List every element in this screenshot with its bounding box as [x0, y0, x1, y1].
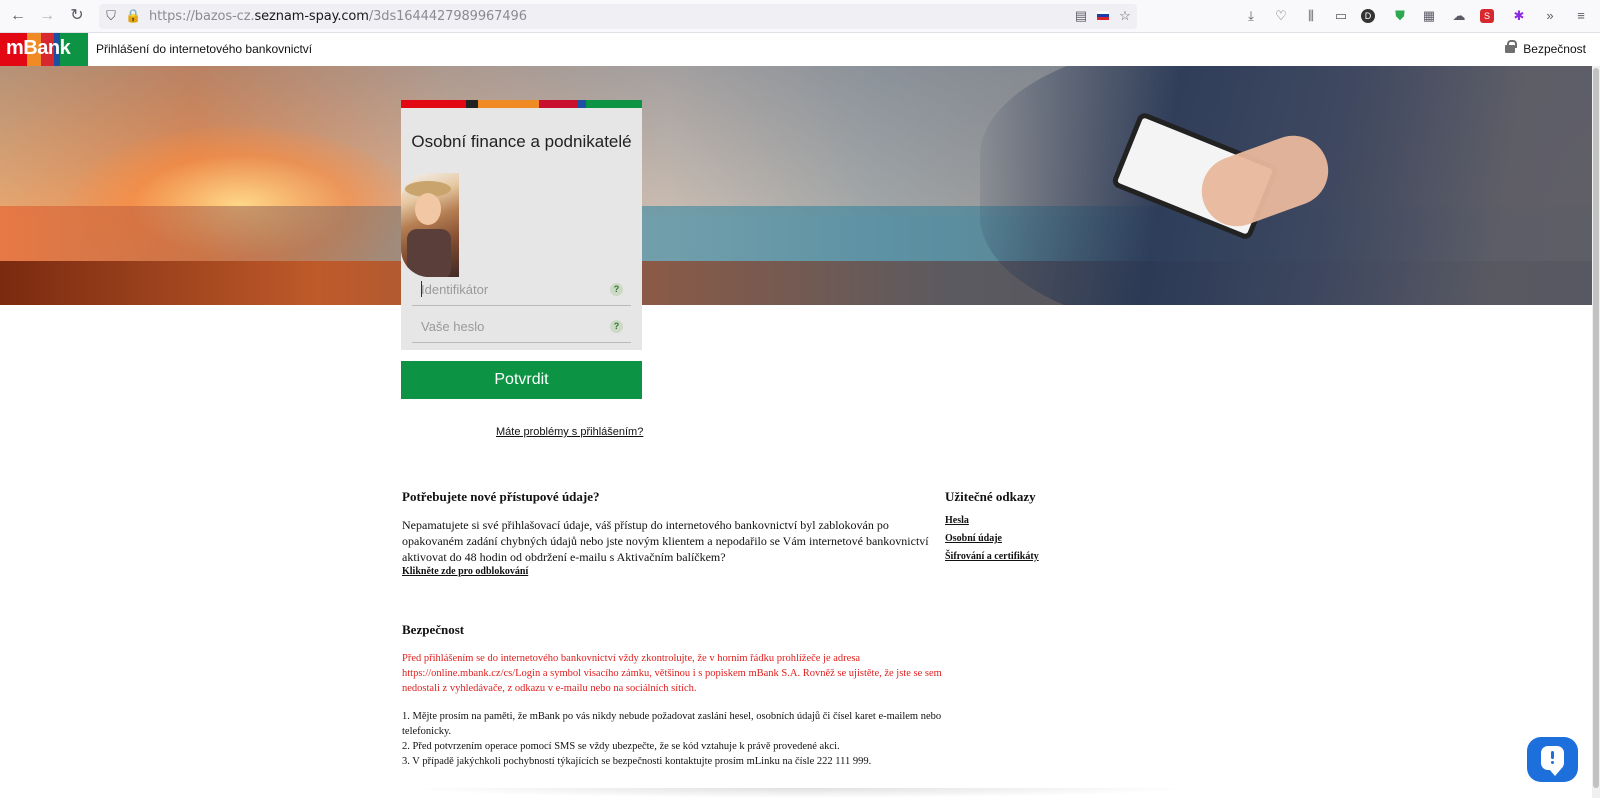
scrollbar-thumb[interactable]: [1593, 68, 1599, 788]
browser-toolbar: ← → ↻ ⛉ 🔒 https://bazos-cz.seznam-spay.c…: [0, 0, 1600, 33]
download-icon[interactable]: ⤓: [1242, 7, 1260, 25]
password-field[interactable]: ?: [412, 312, 631, 343]
extension-s-icon[interactable]: S: [1480, 9, 1494, 23]
lock-icon[interactable]: 🔒: [125, 8, 141, 24]
access-text: Nepamatujete si své přihlašovací údaje, …: [402, 518, 929, 564]
security-note-3: 3. V případě jakýchkoli pochybností týka…: [402, 756, 872, 767]
unblock-link[interactable]: Klikněte zde pro odblokování: [402, 566, 528, 577]
pocket-icon[interactable]: ♡: [1272, 7, 1290, 25]
login-title: Osobní finance a podnikatelé: [411, 132, 632, 151]
scrollbar[interactable]: [1592, 66, 1600, 798]
extension-shield-icon[interactable]: ⛊: [1391, 7, 1409, 25]
extension-hat-icon[interactable]: ☁: [1450, 7, 1468, 25]
useful-links-title: Užitečné odkazy: [945, 489, 1036, 504]
security-note-2: 2. Před potvrzením operace pomocí SMS se…: [402, 741, 840, 752]
content-shadow: [400, 788, 1200, 798]
avatar: [401, 173, 459, 277]
star-icon[interactable]: ☆: [1117, 8, 1133, 24]
text-caret: [421, 281, 422, 297]
password-input[interactable]: [412, 312, 602, 340]
extension-notes-icon[interactable]: ▦: [1420, 7, 1438, 25]
menu-icon[interactable]: ≡: [1572, 7, 1590, 25]
url-text[interactable]: https://bazos-cz.seznam-spay.com/3ds1644…: [149, 9, 527, 24]
extension-d-icon[interactable]: D: [1361, 9, 1375, 23]
lock-icon: [1505, 40, 1518, 53]
login-panel: Osobní finance a podnikatelé ? ?: [401, 100, 642, 350]
logo-text: mBank: [6, 37, 71, 59]
login-problem-link[interactable]: Máte problémy s přihlášením?: [496, 426, 643, 438]
security-note-1: 1. Mějte prosím na paměti, že mBank po v…: [402, 711, 942, 737]
chat-button[interactable]: [1527, 737, 1578, 782]
overflow-icon[interactable]: »: [1541, 7, 1559, 25]
shield-icon[interactable]: ⛉: [103, 8, 119, 24]
identifier-field[interactable]: ?: [412, 275, 631, 306]
site-header: mBank Přihlášení do internetového bankov…: [0, 33, 1592, 66]
header-title: Přihlášení do internetového bankovnictví: [96, 42, 313, 56]
security-warning: Před přihlášením se do internetového ban…: [402, 653, 942, 694]
security-title: Bezpečnost: [402, 622, 465, 637]
back-icon[interactable]: ←: [9, 7, 27, 25]
submit-button[interactable]: Potvrdit: [401, 361, 642, 399]
reload-icon[interactable]: ↻: [68, 7, 86, 25]
sidebar-icon[interactable]: ▭: [1332, 7, 1350, 25]
reader-icon[interactable]: ▤: [1073, 8, 1089, 24]
access-title: Potřebujete nové přístupové údaje?: [402, 489, 600, 504]
identifier-help-icon[interactable]: ?: [610, 283, 623, 296]
personal-data-link[interactable]: Osobní údaje: [945, 533, 1002, 544]
flag-icon[interactable]: [1095, 8, 1111, 24]
hero-image: [0, 66, 1592, 305]
forward-icon[interactable]: →: [38, 7, 56, 25]
passwords-link[interactable]: Hesla: [945, 515, 969, 526]
security-label: Bezpečnost: [1523, 42, 1586, 56]
password-help-icon[interactable]: ?: [610, 320, 623, 333]
security-link[interactable]: Bezpečnost: [1505, 40, 1586, 56]
extension-star-icon[interactable]: ✱: [1510, 7, 1528, 25]
mbank-logo[interactable]: mBank: [0, 33, 88, 66]
color-strip: [401, 100, 642, 108]
identifier-input[interactable]: [412, 275, 602, 303]
address-bar[interactable]: ⛉ 🔒 https://bazos-cz.seznam-spay.com/3ds…: [99, 4, 1137, 29]
library-icon[interactable]: ⫼: [1302, 7, 1320, 25]
encryption-link[interactable]: Šifrování a certifikáty: [945, 551, 1039, 562]
